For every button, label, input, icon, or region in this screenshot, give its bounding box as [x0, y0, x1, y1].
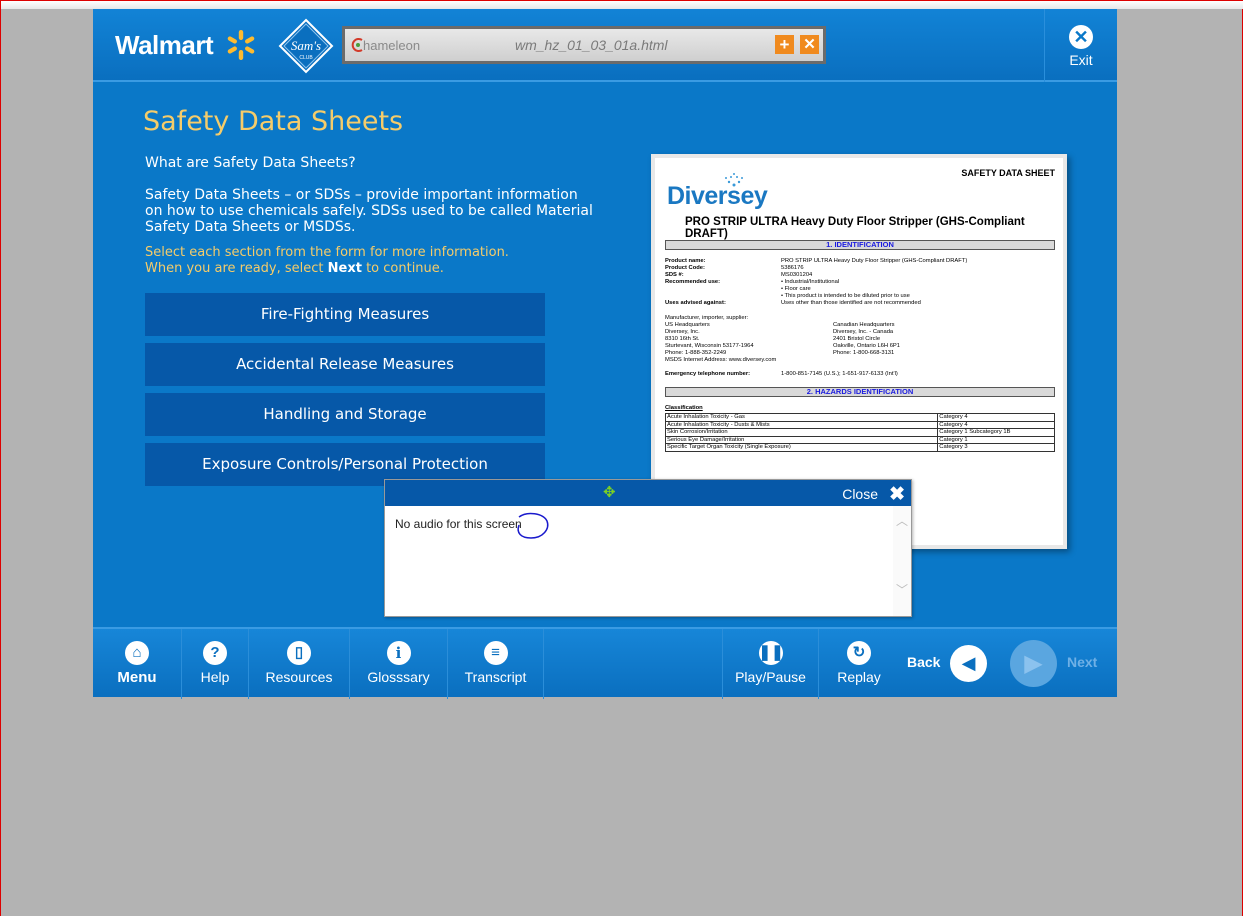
transcript-icon: ≡ — [483, 641, 508, 665]
chameleon-inner: hameleon wm_hz_01_03_01a.html + ✕ — [345, 29, 823, 61]
instruction-text: When you are ready, select — [145, 261, 328, 276]
table-row: Serious Eye Damage/Irritation Category 1 — [664, 435, 1055, 444]
sds-emergency-value: 1-800-851-7145 (U.S.); 1-651-917-6133 (I… — [781, 371, 898, 377]
menu-label: Menu — [117, 669, 157, 686]
browser-top-strip — [1, 0, 1243, 9]
section-button-accidental-release[interactable]: Accidental Release Measures — [145, 343, 545, 386]
resources-button[interactable]: ▯ Resources — [249, 629, 350, 699]
back-label[interactable]: Back — [907, 654, 940, 670]
play-pause-button[interactable]: ❚❚ Play/Pause — [722, 629, 819, 699]
sds-product-title: PRO STRIP ULTRA Heavy Duty Floor Strippe… — [685, 216, 1025, 240]
sds-ident-values: PRO STRIP ULTRA Heavy Duty Floor Strippe… — [781, 258, 968, 306]
exit-label: Exit — [1069, 52, 1093, 68]
info-icon: i — [386, 641, 411, 665]
resources-icon: ▯ — [287, 641, 311, 665]
diversey-logo: Diversey — [667, 182, 768, 210]
section-button-fire-fighting[interactable]: Fire-Fighting Measures — [145, 293, 545, 336]
instructions: Select each section from the form for mo… — [145, 245, 509, 277]
glossary-button[interactable]: i Glosssary — [350, 629, 448, 699]
exit-icon: ✕ — [1069, 25, 1093, 49]
transcript-label: Transcript — [464, 669, 527, 685]
course-window: Walmart Sam's CLUB hameleon wm_hz_01_03_… — [93, 9, 1117, 699]
scroll-down-icon[interactable]: ﹀ — [896, 581, 908, 598]
chameleon-toolbar: hameleon wm_hz_01_03_01a.html + ✕ — [342, 26, 826, 64]
sds-header: SAFETY DATA SHEET — [961, 168, 1055, 178]
next-label[interactable]: Next — [1067, 654, 1097, 670]
hazard-category: Category 4 — [937, 413, 1055, 422]
pause-icon: ❚❚ — [758, 641, 784, 665]
hazard-category: Category 4 — [937, 420, 1055, 429]
table-row: Skin Corrosion/Irritation Category 1 Subc… — [664, 428, 1055, 437]
hazard-category: Category 1 Subcategory 1B — [937, 428, 1055, 437]
svg-text:CLUB: CLUB — [299, 55, 313, 61]
sams-club-logo: Sam's CLUB — [278, 18, 334, 74]
hazard-category: Category 1 — [937, 435, 1055, 444]
popup-close-label[interactable]: Close — [842, 486, 878, 502]
replay-icon: ↻ — [847, 641, 871, 665]
sds-hazard-table: Acute Inhalation Toxicity - Gas Category … — [664, 413, 1055, 452]
sds-ident-labels: Product name: Product Code: SDS #: Recom… — [665, 258, 726, 306]
hazard-name: Acute Inhalation Toxicity - Gas — [664, 413, 939, 422]
back-arrow-icon[interactable]: ◀ — [950, 645, 987, 682]
svg-text:Sam's: Sam's — [291, 38, 321, 53]
page-title: Safety Data Sheets — [143, 106, 404, 137]
current-filename: wm_hz_01_03_01a.html — [515, 37, 668, 53]
hazard-name: Specific Target Organ Toxicity (Single E… — [664, 443, 939, 452]
instruction-line-1: Select each section from the form for mo… — [145, 245, 509, 260]
intro-question: What are Safety Data Sheets? — [145, 155, 356, 171]
walmart-spark-icon — [227, 30, 255, 60]
help-label: Help — [200, 669, 230, 685]
table-row: Acute Inhalation Toxicity - Dusts & Mist… — [664, 420, 1055, 429]
course-header: Walmart Sam's CLUB hameleon wm_hz_01_03_… — [93, 9, 1117, 82]
toolbar-close-icon[interactable]: ✕ — [800, 35, 819, 54]
sds-canada-headquarters: Canadian Headquarters Diversey, Inc. - C… — [833, 322, 901, 356]
expand-plus-icon[interactable]: + — [775, 35, 794, 54]
home-icon: ⌂ — [125, 641, 149, 665]
next-arrow-icon[interactable]: ▶ — [1010, 640, 1057, 687]
diversey-spark-icon — [725, 173, 743, 187]
resources-label: Resources — [265, 669, 333, 685]
table-row: Specific Target Organ Toxicity (Single E… — [664, 443, 1055, 452]
walmart-logo: Walmart — [115, 30, 214, 60]
glossary-label: Glosssary — [367, 669, 430, 685]
popup-message: No audio for this screen — [395, 517, 522, 531]
scroll-up-icon[interactable]: ︿ — [896, 512, 908, 529]
sds-classification-heading: Classification — [665, 405, 703, 411]
table-row: Acute Inhalation Toxicity - Gas Category … — [664, 413, 1055, 422]
pen-annotation-circle — [517, 512, 549, 539]
popup-close-icon[interactable]: ✖ — [889, 483, 905, 506]
instruction-next-word: Next — [327, 261, 362, 276]
exit-button[interactable]: ✕ Exit — [1044, 9, 1117, 82]
help-icon: ? — [203, 641, 227, 665]
help-button[interactable]: ? Help — [182, 629, 249, 699]
audio-transcript-popup: ✥ Close ✖ No audio for this screen ︿ ﹀ — [384, 479, 912, 617]
sds-us-headquarters: Manufacturer, importer, supplier: US Hea… — [665, 315, 777, 363]
hazard-name: Serious Eye Damage/Irritation — [664, 435, 939, 444]
hazard-name: Acute Inhalation Toxicity - Dusts & Mist… — [664, 420, 939, 429]
chameleon-name: hameleon — [363, 38, 421, 53]
popup-scrollbar[interactable]: ︿ ﹀ — [893, 506, 911, 616]
hazard-name: Skin Corrosion/Irritation — [664, 428, 939, 437]
play-pause-label: Play/Pause — [735, 669, 806, 685]
hazard-category: Category 3 — [937, 443, 1055, 452]
replay-button[interactable]: ↻ Replay — [819, 629, 899, 699]
instruction-text-end: to continue. — [361, 261, 444, 276]
popup-titlebar[interactable]: ✥ Close ✖ — [385, 480, 911, 506]
section-button-handling-storage[interactable]: Handling and Storage — [145, 393, 545, 436]
sds-section-identification: 1. IDENTIFICATION — [665, 240, 1055, 250]
menu-button[interactable]: ⌂ Menu — [93, 629, 182, 699]
intro-paragraph: Safety Data Sheets – or SDSs – provide i… — [145, 187, 593, 235]
sds-section-hazards: 2. HAZARDS IDENTIFICATION — [665, 387, 1055, 397]
transcript-button[interactable]: ≡ Transcript — [448, 629, 544, 699]
instruction-line-2: When you are ready, select Next to conti… — [145, 261, 509, 277]
move-handle-icon[interactable]: ✥ — [603, 485, 616, 500]
sds-emergency-label: Emergency telephone number: — [665, 371, 751, 377]
replay-label: Replay — [837, 669, 881, 685]
course-footer: ⌂ Menu ? Help ▯ Resources i Glosssary ≡ … — [93, 627, 1117, 699]
